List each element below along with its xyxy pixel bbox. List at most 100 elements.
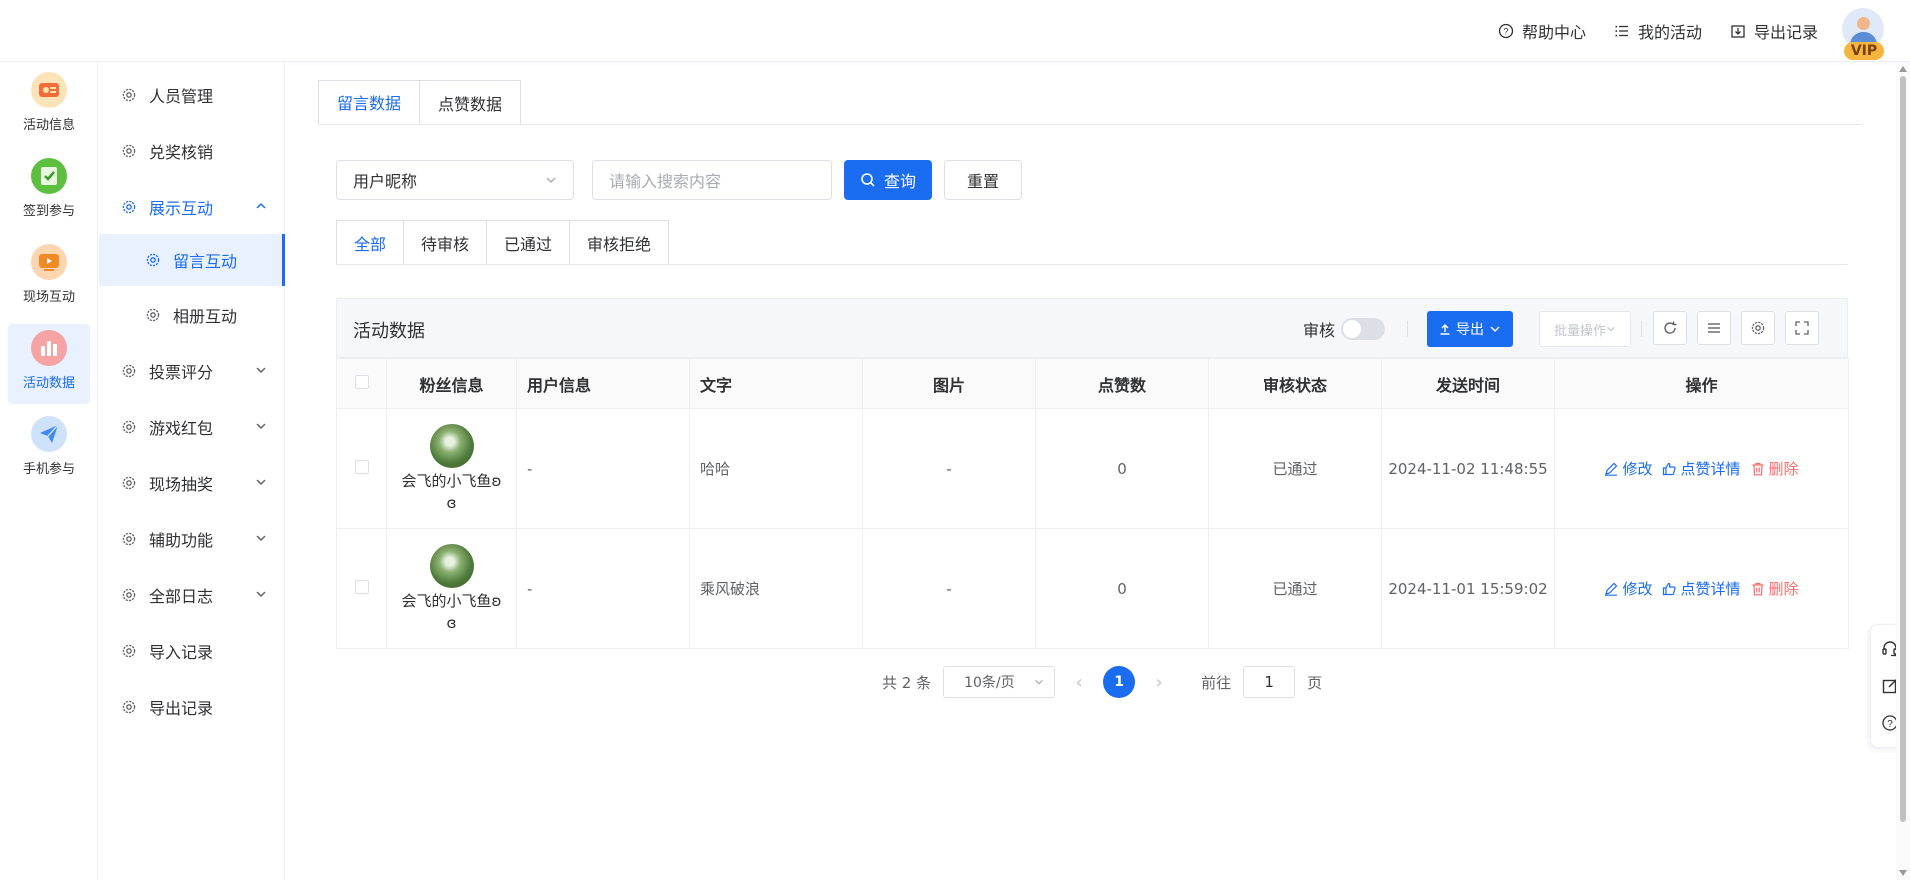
- delete-button[interactable]: 删除: [1751, 458, 1799, 479]
- rail-item-checkin[interactable]: 签到参与: [8, 152, 90, 232]
- top-bar: ? 帮助中心 我的活动 导出记录 VIP: [0, 0, 1910, 62]
- export-records-link[interactable]: 导出记录: [1730, 19, 1818, 43]
- edit-label: 修改: [1622, 580, 1653, 598]
- tab-rejected[interactable]: 审核拒绝: [570, 220, 670, 264]
- fan-info-cell: 会飞的小飞鱼ʚ ɞ: [386, 528, 517, 649]
- total-count: 共 2 条: [882, 673, 932, 692]
- tab-message-data[interactable]: 留言数据: [318, 80, 421, 124]
- help-circle-icon: ?: [1498, 23, 1514, 39]
- goto-suffix: 页: [1307, 673, 1323, 692]
- sub-menu: 人员管理 兑奖核销 展示互动 留言互动 相册互动 投票评分 游戏红包 现场抽奖 …: [99, 62, 285, 880]
- export-box-icon: [1731, 25, 1745, 38]
- scroll-down-arrow[interactable]: [1899, 870, 1907, 876]
- export-label: 导出: [1456, 322, 1484, 338]
- user-info-cell: -: [516, 528, 690, 649]
- page-number-current[interactable]: 1: [1103, 666, 1136, 698]
- scroll-up-arrow[interactable]: [1899, 66, 1907, 72]
- prev-page-button[interactable]: ‹: [1067, 672, 1091, 693]
- svg-text:?: ?: [1887, 719, 1893, 730]
- settings-button[interactable]: [1741, 311, 1775, 345]
- text-cell: 乘风破浪: [689, 528, 863, 649]
- submenu-item-logs[interactable]: 全部日志: [99, 570, 285, 620]
- export-button[interactable]: 导出: [1427, 311, 1513, 347]
- delete-label: 删除: [1768, 460, 1799, 478]
- search-field-select[interactable]: 用户昵称: [336, 160, 574, 200]
- main-content: 留言数据 点赞数据 用户昵称 请输入搜索内容 查询 重置 全部 待审核 已通过 …: [286, 62, 1910, 880]
- fan-name-line1: 会飞的小飞鱼ʚ: [401, 471, 502, 490]
- submenu-label: 导出记录: [149, 699, 214, 718]
- rail-item-activity-info[interactable]: 活动信息: [8, 66, 90, 146]
- submenu-label: 游戏红包: [149, 419, 214, 438]
- status-cell: 已通过: [1208, 408, 1382, 529]
- submenu-label: 全部日志: [149, 587, 214, 606]
- tab-like-data[interactable]: 点赞数据: [420, 80, 522, 124]
- refresh-button[interactable]: [1653, 311, 1687, 345]
- query-button[interactable]: 查询: [844, 160, 933, 200]
- submenu-item-message-interaction[interactable]: 留言互动: [99, 234, 285, 286]
- row-select-cell: [336, 408, 387, 529]
- submenu-item-lottery[interactable]: 现场抽奖: [99, 458, 285, 508]
- row-actions: 修改 点赞详情 删除: [1555, 458, 1848, 479]
- data-type-tabs: 留言数据 点赞数据: [318, 80, 522, 124]
- submenu-label: 人员管理: [149, 87, 214, 106]
- help-center-label: 帮助中心: [1521, 23, 1586, 42]
- submenu-item-import-records[interactable]: 导入记录: [99, 626, 285, 676]
- like-detail-button[interactable]: 点赞详情: [1662, 578, 1741, 599]
- fan-name: 会飞的小飞鱼ʚ ɞ: [402, 590, 502, 634]
- filter-bar: 用户昵称 请输入搜索内容 查询 重置: [336, 160, 1023, 200]
- batch-operation-button[interactable]: 批量操作: [1539, 311, 1631, 347]
- next-page-button[interactable]: ›: [1147, 672, 1171, 693]
- actions-cell: 修改 点赞详情 删除: [1554, 408, 1849, 529]
- submenu-item-personnel[interactable]: 人员管理: [99, 70, 285, 120]
- select-all-cell: [336, 358, 387, 409]
- tabs-divider: [318, 124, 1862, 125]
- user-info-cell: -: [516, 408, 690, 529]
- tab-pending[interactable]: 待审核: [404, 220, 488, 264]
- vertical-scrollbar[interactable]: [1896, 62, 1910, 880]
- submenu-item-aux[interactable]: 辅助功能: [99, 514, 285, 564]
- col-image: 图片: [862, 358, 1036, 409]
- submenu-item-vote[interactable]: 投票评分: [99, 346, 285, 396]
- scroll-thumb[interactable]: [1900, 76, 1906, 822]
- my-activity-link[interactable]: 我的活动: [1614, 19, 1702, 43]
- data-table: 粉丝信息 用户信息 文字 图片 点赞数 审核状态 发送时间 操作 会飞的小飞鱼ʚ…: [336, 358, 1849, 649]
- row-checkbox[interactable]: [354, 579, 369, 594]
- submenu-item-redeem[interactable]: 兑奖核销: [99, 126, 285, 176]
- columns-button[interactable]: [1697, 311, 1731, 345]
- submenu-label: 导入记录: [149, 643, 214, 662]
- submenu-label: 兑奖核销: [149, 143, 214, 162]
- submenu-item-album-interaction[interactable]: 相册互动: [99, 290, 285, 340]
- submenu-item-export-records[interactable]: 导出记录: [99, 682, 285, 732]
- submenu-item-display-interaction[interactable]: 展示互动: [99, 182, 285, 232]
- user-avatar[interactable]: VIP: [1842, 8, 1886, 60]
- select-all-checkbox[interactable]: [354, 375, 369, 389]
- goto-page-input[interactable]: 1: [1243, 666, 1296, 698]
- refresh-icon: [1664, 321, 1677, 334]
- rail-item-activity-data[interactable]: 活动数据: [8, 324, 90, 404]
- search-input[interactable]: 请输入搜索内容: [592, 160, 832, 200]
- tab-all[interactable]: 全部: [336, 220, 405, 264]
- tab-approved[interactable]: 已通过: [487, 220, 571, 264]
- image-cell: -: [862, 408, 1036, 529]
- rail-item-live-interaction[interactable]: 现场互动: [8, 238, 90, 318]
- audit-switch[interactable]: [1341, 318, 1386, 340]
- delete-button[interactable]: 删除: [1751, 578, 1799, 599]
- submenu-label: 相册互动: [173, 307, 238, 326]
- rail-item-mobile[interactable]: 手机参与: [8, 410, 90, 490]
- gear-icon: [122, 420, 136, 434]
- edit-button[interactable]: 修改: [1604, 578, 1652, 599]
- table-row: 会飞的小飞鱼ʚ ɞ - 乘风破浪 - 0 已通过 2024-11-01 15:59…: [336, 528, 1849, 649]
- fullscreen-button[interactable]: [1785, 311, 1819, 345]
- reset-button[interactable]: 重置: [944, 160, 1023, 200]
- svg-text:?: ?: [1503, 27, 1508, 37]
- pagination: 共 2 条 10条/页 ‹ 1 › 前往 1 页: [882, 666, 1322, 698]
- activity-info-icon: [31, 72, 67, 108]
- submenu-item-game[interactable]: 游戏红包: [99, 402, 285, 452]
- row-checkbox[interactable]: [354, 459, 369, 474]
- help-center-link[interactable]: ? 帮助中心: [1498, 19, 1586, 43]
- edit-button[interactable]: 修改: [1604, 458, 1652, 479]
- col-likes: 点赞数: [1035, 358, 1209, 409]
- gear-icon: [122, 532, 136, 546]
- like-detail-button[interactable]: 点赞详情: [1662, 458, 1741, 479]
- page-size-select[interactable]: 10条/页: [943, 666, 1056, 698]
